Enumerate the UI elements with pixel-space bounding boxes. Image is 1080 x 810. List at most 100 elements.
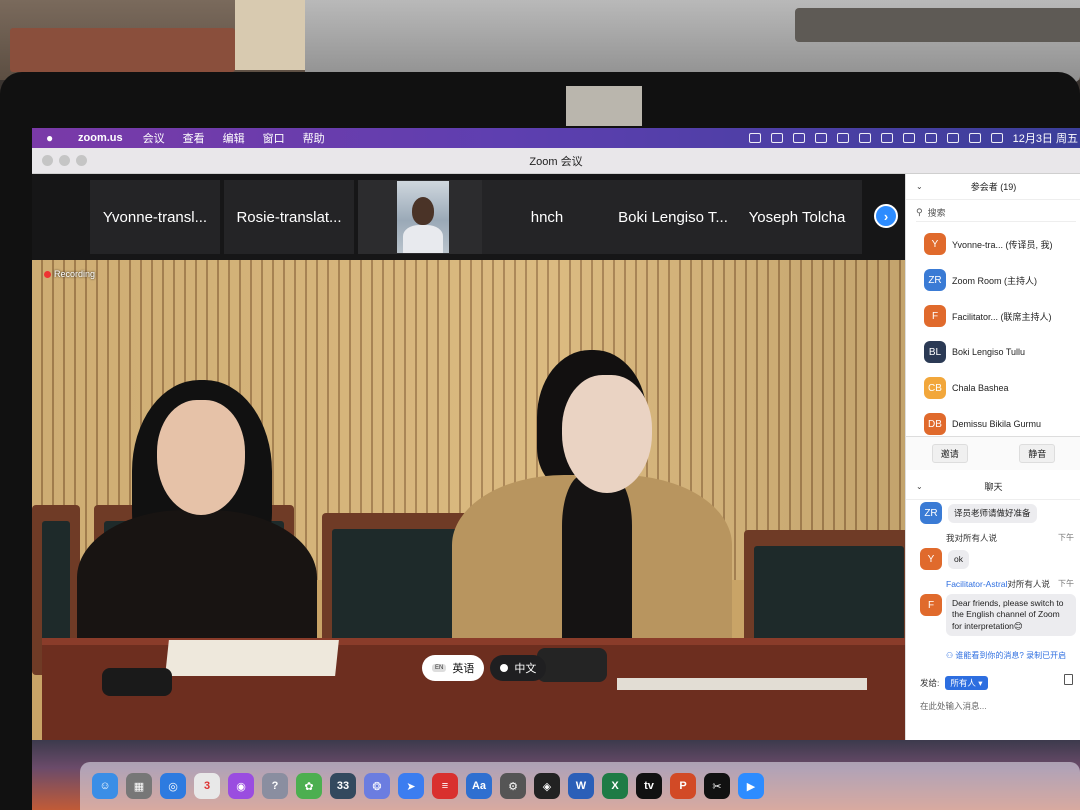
participant-list-name: Boki Lengiso Tullu — [952, 347, 1026, 357]
participant-list-item[interactable]: BL Boki Lengiso Tullu — [906, 334, 1080, 370]
excel-icon[interactable]: X — [602, 773, 628, 799]
battery-icon[interactable] — [924, 133, 937, 143]
close-window-button[interactable] — [42, 155, 53, 166]
menu-app-name[interactable]: zoom.us — [78, 132, 123, 144]
control-center-icon[interactable] — [990, 133, 1003, 143]
language-english-button[interactable]: EN 英语 — [422, 655, 485, 681]
avatar: F — [924, 305, 946, 327]
finder-icon[interactable]: ☺ — [92, 773, 118, 799]
podcasts-icon[interactable]: ◉ — [228, 773, 254, 799]
participant-name: hnch — [530, 208, 564, 226]
participants-title: 参会者 (19) — [970, 182, 1017, 192]
dictionary-icon[interactable]: Aa — [466, 773, 492, 799]
recipient-select[interactable]: 所有人 ▾ — [945, 676, 988, 690]
participant-name: Boki Lengiso T... — [618, 208, 728, 226]
visibility-text: 谁能看到你的消息? 录制已开启 — [955, 651, 1067, 660]
chevron-down-icon[interactable]: ⌄ — [916, 482, 923, 491]
menu-help[interactable]: 帮助 — [303, 130, 325, 146]
lark-icon[interactable]: ❂ — [364, 773, 390, 799]
apple-icon[interactable]: ● — [46, 131, 60, 145]
chevron-down-icon[interactable]: ⌄ — [916, 182, 923, 191]
menu-meeting[interactable]: 会议 — [143, 130, 165, 146]
window-title: Zoom 会议 — [529, 155, 583, 168]
recording-indicator: Recording — [44, 269, 95, 279]
spotlight-icon[interactable] — [968, 133, 981, 143]
file-icon[interactable] — [1064, 674, 1073, 685]
message-visibility-note[interactable]: ⚇ 谁能看到你的消息? 录制已开启 — [946, 650, 1066, 661]
chat-sender-rest: 对所有人说 — [1007, 579, 1050, 589]
participant-tile[interactable]: Yoseph Tolcha — [732, 180, 862, 254]
language-chinese-button[interactable]: 中文 — [490, 655, 547, 681]
launchpad-icon[interactable]: ▦ — [126, 773, 152, 799]
microphone — [537, 648, 607, 682]
participant-tile[interactable]: Yvonne-transl... — [90, 180, 220, 254]
avatar: F — [920, 594, 942, 616]
background-chair — [10, 28, 235, 72]
settings-icon[interactable]: ⚙ — [500, 773, 526, 799]
mute-all-button[interactable]: 静音 — [1019, 444, 1056, 463]
photos-icon[interactable]: ✿ — [296, 773, 322, 799]
next-page-button[interactable]: › — [874, 204, 898, 228]
chat-sender: 我对所有人说 — [946, 533, 998, 543]
participant-list-name: Demissu Bikila Gurmu — [952, 419, 1042, 429]
menu-window[interactable]: 窗口 — [263, 130, 285, 146]
menu-clock[interactable]: 12月3日 周五 — [1013, 130, 1078, 146]
chevron-right-icon: › — [883, 208, 889, 224]
appletv-icon[interactable]: tv — [636, 773, 662, 799]
microphone — [102, 668, 172, 696]
participant-tile[interactable]: Rosie-translat... — [224, 180, 354, 254]
participant-name: Yvonne-transl... — [102, 208, 208, 226]
status-zoom-icon[interactable] — [748, 133, 761, 143]
status-bird-icon[interactable] — [858, 133, 871, 143]
chat-input[interactable]: 在此处输入消息... — [920, 700, 987, 712]
side-panel: ⌄ 参会者 (19) ⚲ 搜索 Y Yvonne-tra... (传译员, 我)… — [905, 174, 1080, 740]
recording-label: Recording — [54, 269, 96, 279]
participant-list-name: Chala Bashea — [952, 383, 1009, 393]
participant-tile-video[interactable] — [358, 180, 488, 254]
send-to-label: 发给: — [920, 678, 940, 688]
status-record-icon[interactable] — [880, 133, 893, 143]
invite-button[interactable]: 邀请 — [931, 444, 968, 463]
menu-edit[interactable]: 编辑 — [223, 130, 245, 146]
feishu-icon[interactable]: ➤ — [398, 773, 424, 799]
status-group-icon[interactable] — [836, 133, 849, 143]
wps-icon[interactable]: ≡ — [432, 773, 458, 799]
participant-list-item[interactable]: CB Chala Bashea — [906, 370, 1080, 406]
avatar: BL — [924, 341, 946, 363]
chat-message: ok — [948, 550, 969, 570]
wifi-icon[interactable] — [946, 133, 959, 143]
photo-scene: ● zoom.us 会议 查看 编辑 窗口 帮助 12月3日 周五 Zoom 会… — [0, 0, 1080, 810]
word-icon[interactable]: W — [568, 773, 594, 799]
participant-tile[interactable]: hnch — [482, 180, 612, 254]
people-icon: ⚇ — [946, 651, 956, 660]
minimize-window-button[interactable] — [59, 155, 70, 166]
participant-list-item[interactable]: Y Yvonne-tra... (传译员, 我) — [906, 226, 1080, 262]
badge-icon[interactable]: 33 — [330, 773, 356, 799]
chat-header: ⌄ 聊天 — [906, 474, 1080, 500]
zoom-icon[interactable]: ▶ — [738, 773, 764, 799]
status-search-icon[interactable] — [792, 133, 805, 143]
avatar: ZR — [920, 502, 942, 524]
search-icon: ⚲ — [916, 207, 923, 217]
participant-tile[interactable]: Boki Lengiso T... — [608, 180, 738, 254]
avatar: Y — [920, 548, 942, 570]
safari-icon[interactable]: ◎ — [160, 773, 186, 799]
help-icon[interactable]: ? — [262, 773, 288, 799]
status-display-icon[interactable] — [770, 133, 783, 143]
chat-time: 下午 — [1058, 533, 1074, 542]
participant-actions: 邀请 静音 — [906, 436, 1080, 470]
participant-strip: Yvonne-transl... Rosie-translat... hnch … — [32, 174, 905, 260]
participant-list-item[interactable]: F Facilitator... (联席主持人) — [906, 298, 1080, 334]
calendar-icon[interactable]: 3 — [194, 773, 220, 799]
participants-header: ⌄ 参会者 (19) — [906, 174, 1080, 200]
powerpoint-icon[interactable]: P — [670, 773, 696, 799]
participant-list-item[interactable]: ZR Zoom Room (主持人) — [906, 262, 1080, 298]
zoom-window-button[interactable] — [76, 155, 87, 166]
status-menu-icon[interactable] — [902, 133, 915, 143]
status-app-icon[interactable] — [814, 133, 827, 143]
window-controls — [42, 155, 87, 166]
menu-view[interactable]: 查看 — [183, 130, 205, 146]
app-icon[interactable]: ◈ — [534, 773, 560, 799]
participant-search[interactable]: ⚲ 搜索 — [916, 204, 1076, 222]
capcut-icon[interactable]: ✂ — [704, 773, 730, 799]
